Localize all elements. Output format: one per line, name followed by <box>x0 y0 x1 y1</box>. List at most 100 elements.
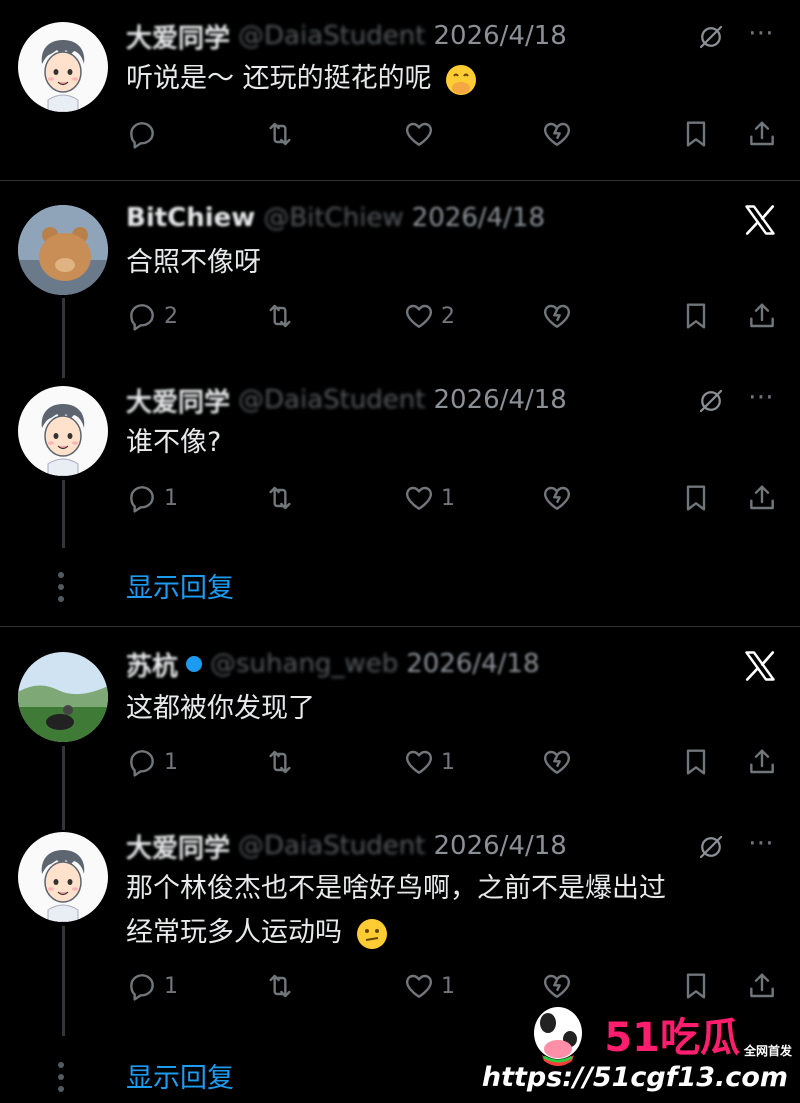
bookmark-icon <box>680 482 712 514</box>
display-name[interactable]: 大爱同学 <box>126 382 230 419</box>
handle[interactable]: @DaiaStudent <box>238 21 425 51</box>
cow-mascot-logo-icon <box>534 1007 582 1066</box>
bookmark-button[interactable] <box>680 296 712 336</box>
retweet-icon <box>264 482 296 514</box>
retweet-button[interactable] <box>264 296 296 336</box>
tweet-actions <box>0 114 800 154</box>
timestamp[interactable]: 2026/4/18 <box>406 649 539 679</box>
x-logo-icon[interactable] <box>742 202 778 238</box>
handle[interactable]: @DaiaStudent <box>238 831 425 861</box>
avatar[interactable] <box>18 832 108 922</box>
tweet-text-line-1: 那个林俊杰也不是啥好鸟啊，之前不是爆出过 <box>126 873 666 904</box>
face-hand-over-mouth-emoji-icon <box>446 64 477 95</box>
dislike-button[interactable] <box>541 742 573 782</box>
avatar[interactable] <box>18 205 108 295</box>
avatar[interactable] <box>18 386 108 476</box>
share-button[interactable] <box>746 296 778 336</box>
bookmark-button[interactable] <box>680 478 712 518</box>
tweet-header: 苏杭 @suhang_web 2026/4/18 <box>126 646 540 683</box>
display-name[interactable]: BitChiew <box>126 203 255 233</box>
more-icon[interactable]: ⋯ <box>748 382 774 412</box>
confused-face-emoji-icon <box>356 918 387 949</box>
grok-slash-icon[interactable] <box>696 832 726 862</box>
like-count: 1 <box>441 485 455 511</box>
retweet-icon <box>264 970 296 1002</box>
grok-slash-icon[interactable] <box>696 22 726 52</box>
tweet-header: 大爱同学 @DaiaStudent 2026/4/18 <box>126 382 567 419</box>
like-button[interactable]: 1 <box>403 478 455 518</box>
dislike-button[interactable] <box>541 478 573 518</box>
like-icon <box>403 482 435 514</box>
display-name[interactable]: 大爱同学 <box>126 828 230 865</box>
timestamp[interactable]: 2026/4/18 <box>433 21 566 51</box>
share-icon <box>746 118 778 150</box>
retweet-button[interactable] <box>264 478 296 518</box>
bookmark-button[interactable] <box>680 114 712 154</box>
bookmark-button[interactable] <box>680 742 712 782</box>
bear-avatar-icon <box>18 205 108 295</box>
bookmark-icon <box>680 970 712 1002</box>
avatar[interactable] <box>18 652 108 742</box>
grok-slash-icon[interactable] <box>696 386 726 416</box>
dislike-button[interactable] <box>541 114 573 154</box>
reply-button[interactable]: 2 <box>126 296 178 336</box>
like-button[interactable]: 1 <box>403 742 455 782</box>
avatar[interactable] <box>18 22 108 112</box>
reply-count: 1 <box>164 973 178 999</box>
timestamp[interactable]: 2026/4/18 <box>433 831 566 861</box>
display-name[interactable]: 苏杭 <box>126 646 178 683</box>
display-name[interactable]: 大爱同学 <box>126 18 230 55</box>
watermark-brand: 51吃瓜 <box>604 1015 740 1061</box>
like-button[interactable] <box>403 114 441 154</box>
dislike-icon <box>541 118 573 150</box>
reply-button[interactable]: 1 <box>126 478 178 518</box>
share-button[interactable] <box>746 478 778 518</box>
tweet-actions: 2 2 <box>0 296 800 336</box>
reply-count: 1 <box>164 485 178 511</box>
like-count: 2 <box>441 303 455 329</box>
reply-icon <box>126 482 158 514</box>
watermark-tag: 全网首发 <box>743 1044 792 1058</box>
bookmark-icon <box>680 300 712 332</box>
like-button[interactable]: 1 <box>403 966 455 1006</box>
tweet-header: 大爱同学 @DaiaStudent 2026/4/18 <box>126 18 567 55</box>
handle[interactable]: @suhang_web <box>210 649 398 679</box>
share-button[interactable] <box>746 742 778 782</box>
reply-button[interactable]: 1 <box>126 742 178 782</box>
share-button[interactable] <box>746 966 778 1006</box>
more-icon[interactable]: ⋯ <box>748 18 774 48</box>
share-button[interactable] <box>746 114 778 154</box>
like-icon <box>403 970 435 1002</box>
retweet-icon <box>264 746 296 778</box>
x-logo-icon[interactable] <box>742 648 778 684</box>
show-replies-link[interactable]: 显示回复 <box>126 566 234 605</box>
dislike-icon <box>541 746 573 778</box>
like-icon <box>403 118 435 150</box>
like-count: 1 <box>441 973 455 999</box>
more-icon[interactable]: ⋯ <box>748 828 774 858</box>
reply-count: 2 <box>164 303 178 329</box>
retweet-button[interactable] <box>264 966 296 1006</box>
divider <box>0 180 800 181</box>
divider <box>0 626 800 627</box>
tweet-text-content: 听说是～ 还玩的挺花的呢 <box>126 63 432 94</box>
dislike-button[interactable] <box>541 296 573 336</box>
dislike-icon <box>541 482 573 514</box>
tweet-actions: 1 1 <box>0 966 800 1006</box>
share-icon <box>746 970 778 1002</box>
timestamp[interactable]: 2026/4/18 <box>412 203 545 233</box>
reply-button[interactable]: 1 <box>126 966 178 1006</box>
like-button[interactable]: 2 <box>403 296 455 336</box>
tweet-text: 合照不像呀 <box>126 247 261 278</box>
retweet-button[interactable] <box>264 742 296 782</box>
reply-button[interactable] <box>126 114 164 154</box>
retweet-button[interactable] <box>264 114 296 154</box>
thread-dots <box>58 1062 66 1092</box>
tweet-text-content: 经常玩多人运动吗 <box>126 917 342 948</box>
show-replies-link[interactable]: 显示回复 <box>126 1056 234 1095</box>
handle[interactable]: @BitChiew <box>263 203 403 233</box>
tweet-actions: 1 1 <box>0 742 800 782</box>
handle[interactable]: @DaiaStudent <box>238 385 425 415</box>
timestamp[interactable]: 2026/4/18 <box>433 385 566 415</box>
bookmark-button[interactable] <box>680 966 712 1006</box>
